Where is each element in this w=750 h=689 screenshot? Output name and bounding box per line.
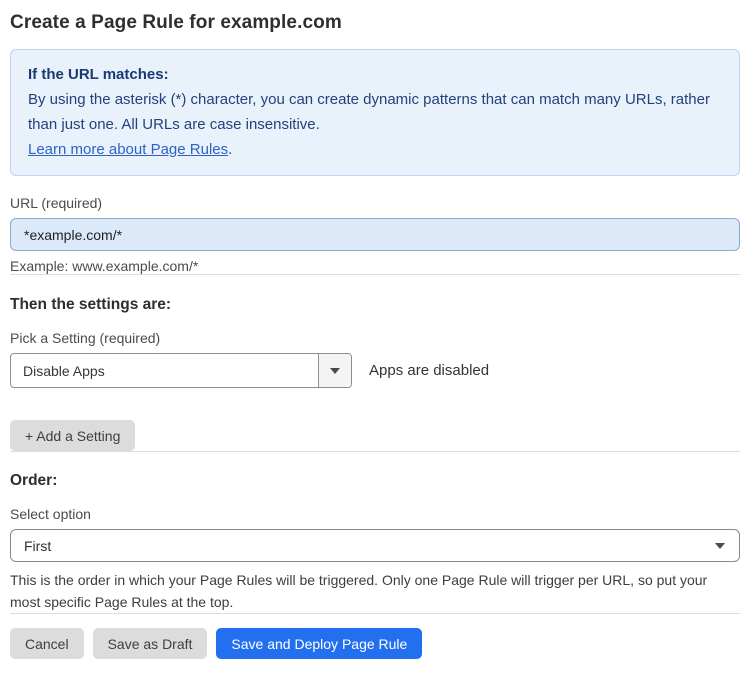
caret-down-icon xyxy=(330,367,340,374)
info-box-link-line: Learn more about Page Rules. xyxy=(28,137,722,162)
setting-status-text: Apps are disabled xyxy=(369,362,490,379)
url-input[interactable] xyxy=(10,218,740,251)
save-as-draft-button[interactable]: Save as Draft xyxy=(92,628,208,659)
caret-down-icon xyxy=(715,542,725,549)
footer-actions: Cancel Save as Draft Save and Deploy Pag… xyxy=(10,628,740,659)
info-box-heading: If the URL matches: xyxy=(28,66,169,83)
cancel-button[interactable]: Cancel xyxy=(10,628,84,659)
url-match-info-box: If the URL matches: By using the asteris… xyxy=(10,49,740,176)
select-option-label: Select option xyxy=(10,506,91,522)
order-select[interactable]: First xyxy=(10,529,740,562)
url-field-label: URL (required) xyxy=(10,195,103,211)
order-select-value: First xyxy=(24,537,52,554)
divider xyxy=(10,274,740,275)
pick-setting-label: Pick a Setting (required) xyxy=(10,330,161,346)
add-setting-button[interactable]: + Add a Setting xyxy=(10,420,136,451)
setting-dropdown-arrow-button[interactable] xyxy=(318,354,351,387)
order-section-heading: Order: xyxy=(10,472,58,489)
save-and-deploy-button[interactable]: Save and Deploy Page Rule xyxy=(216,628,423,659)
info-box-body: By using the asterisk (*) character, you… xyxy=(28,91,710,133)
link-suffix: . xyxy=(228,141,233,158)
order-helper-text: This is the order in which your Page Rul… xyxy=(10,572,708,610)
url-example-helper: Example: www.example.com/* xyxy=(10,258,199,274)
setting-dropdown[interactable]: Disable Apps xyxy=(10,353,352,388)
divider xyxy=(10,613,740,614)
page-title: Create a Page Rule for example.com xyxy=(10,12,342,33)
settings-section-heading: Then the settings are: xyxy=(10,296,172,313)
learn-more-link[interactable]: Learn more about Page Rules xyxy=(28,141,228,158)
setting-row: Disable Apps Apps are disabled xyxy=(10,353,740,388)
setting-dropdown-value: Disable Apps xyxy=(23,362,105,379)
divider xyxy=(10,451,740,452)
create-page-rule-panel: Create a Page Rule for example.com If th… xyxy=(0,0,750,689)
